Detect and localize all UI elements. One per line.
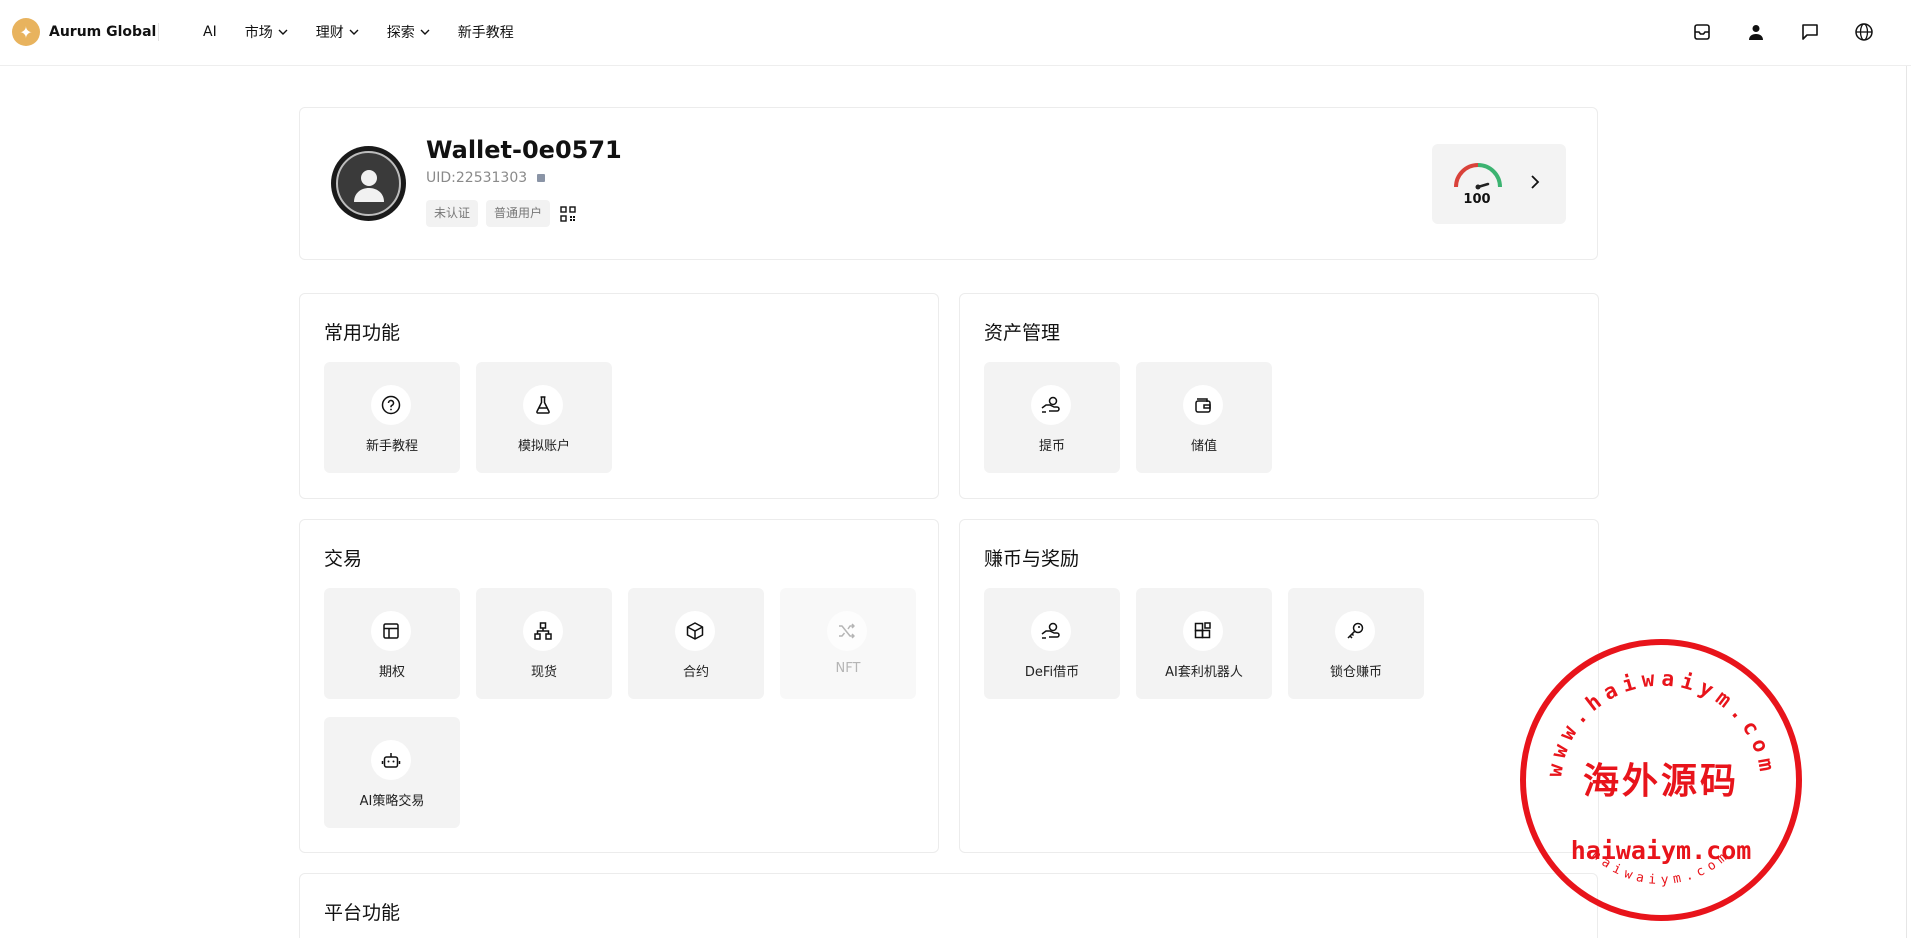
- nav-item-label: 探索: [386, 25, 415, 41]
- tile-label: 储值: [1190, 439, 1217, 454]
- default-avatar-icon: [336, 151, 401, 216]
- network-icon: [523, 611, 563, 651]
- uid-row: UID:22531303: [426, 170, 546, 186]
- tile-withdraw[interactable]: 提币: [984, 362, 1120, 473]
- common-functions-section: 常用功能 新手教程 模拟账户: [299, 293, 939, 499]
- platform-functions-section: 平台功能: [299, 873, 1598, 938]
- tile-label: 期权: [378, 665, 405, 680]
- copy-icon[interactable]: [537, 174, 546, 182]
- tile-options[interactable]: 期权: [324, 588, 460, 699]
- robot-icon: [371, 740, 411, 780]
- chevron-down-icon: [420, 29, 430, 35]
- tile-ai-strategy[interactable]: AI策略交易: [324, 717, 460, 828]
- tile-staking[interactable]: 锁仓赚币: [1288, 588, 1424, 699]
- header-actions: [1688, 18, 1911, 46]
- nav-item-market[interactable]: 市场: [245, 22, 288, 42]
- tile-deposit[interactable]: 储值: [1136, 362, 1272, 473]
- wallet-name: Wallet-0e0571: [426, 136, 622, 164]
- brand-logo-icon: ✦: [12, 18, 40, 46]
- nav-item-label: 理财: [315, 25, 344, 41]
- key-icon: [1335, 611, 1375, 651]
- globe-icon[interactable]: [1850, 18, 1878, 46]
- tile-futures[interactable]: 合约: [628, 588, 764, 699]
- tile-label: 现货: [530, 665, 557, 680]
- tile-nft[interactable]: NFT: [780, 588, 916, 699]
- layout-icon: [371, 611, 411, 651]
- hand-coin-icon: [1031, 385, 1071, 425]
- tile-spot[interactable]: 现货: [476, 588, 612, 699]
- chat-icon[interactable]: [1796, 18, 1824, 46]
- question-icon: [371, 385, 411, 425]
- tile-label: AI套利机器人: [1165, 665, 1243, 680]
- verification-badge: 未认证: [426, 200, 479, 227]
- tile-label: 提币: [1038, 439, 1065, 454]
- nav-item-ai[interactable]: AI: [203, 24, 217, 40]
- mailbox-icon[interactable]: [1688, 18, 1716, 46]
- wallet-icon: [1183, 385, 1223, 425]
- page-edge-divider: [1906, 66, 1907, 938]
- box-icon: [675, 611, 715, 651]
- chevron-right-icon: [1531, 175, 1540, 189]
- account-tags: 未认证 普通用户: [426, 200, 576, 227]
- trade-section: 交易 期权 现货 合约 NFT AI策略交易: [299, 519, 939, 853]
- blocks-icon: [1183, 611, 1223, 651]
- section-title: 交易: [324, 548, 363, 570]
- profile-card: Wallet-0e0571 UID:22531303 未认证 普通用户 100: [299, 107, 1598, 260]
- tile-demo-account[interactable]: 模拟账户: [476, 362, 612, 473]
- tile-ai-arbitrage-bot[interactable]: AI套利机器人: [1136, 588, 1272, 699]
- nav-item-explore[interactable]: 探索: [387, 22, 430, 42]
- nav-item-label: 新手教程: [457, 25, 514, 41]
- shuffle-icon: [827, 611, 867, 651]
- nav-item-label: 市场: [244, 25, 273, 41]
- section-title: 常用功能: [324, 322, 401, 344]
- hand-coin-icon: [1031, 611, 1071, 651]
- section-title: 资产管理: [984, 322, 1061, 344]
- nav-item-tutorial[interactable]: 新手教程: [458, 22, 514, 42]
- tile-label: 新手教程: [365, 439, 418, 454]
- brand[interactable]: ✦ Aurum Global: [12, 18, 156, 46]
- user-level-badge: 普通用户: [486, 200, 551, 227]
- watermark-stamp: www.haiwaiym.com 海外源码 haiwaiym.com haiwa…: [1520, 639, 1802, 921]
- earn-rewards-section: 赚币与奖励 DeFi借币 AI套利机器人 锁仓赚币: [959, 519, 1599, 853]
- chevron-down-icon: [278, 29, 288, 35]
- tile-label: NFT: [835, 661, 861, 676]
- credit-score-button[interactable]: 100: [1432, 144, 1566, 224]
- avatar[interactable]: [331, 146, 406, 221]
- tile-tutorial[interactable]: 新手教程: [324, 362, 460, 473]
- tile-label: 合约: [682, 665, 709, 680]
- watermark-main-text: 海外源码: [1583, 760, 1739, 802]
- tile-label: DeFi借币: [1024, 665, 1080, 680]
- flask-icon: [523, 385, 563, 425]
- chevron-down-icon: [349, 29, 359, 35]
- brand-name: Aurum Global: [49, 24, 157, 40]
- brand-divider: [158, 23, 159, 41]
- qr-code-icon[interactable]: [560, 205, 576, 222]
- tile-label: 锁仓赚币: [1329, 665, 1382, 680]
- user-icon[interactable]: [1742, 18, 1770, 46]
- asset-management-section: 资产管理 提币 储值: [959, 293, 1599, 499]
- nav-item-finance[interactable]: 理财: [316, 22, 359, 42]
- uid-text: UID:22531303: [426, 170, 528, 186]
- top-header: ✦ Aurum Global AI 市场 理财 探索 新手教程: [0, 0, 1911, 66]
- section-title: 平台功能: [324, 902, 401, 924]
- gauge-icon: [1454, 163, 1502, 190]
- nav-item-label: AI: [203, 24, 217, 40]
- tile-defi-borrow[interactable]: DeFi借币: [984, 588, 1120, 699]
- tile-label: AI策略交易: [359, 794, 425, 809]
- tile-label: 模拟账户: [517, 439, 570, 454]
- credit-score-value: 100: [1463, 192, 1491, 207]
- section-title: 赚币与奖励: [984, 548, 1080, 570]
- main-nav: AI 市场 理财 探索 新手教程: [203, 0, 542, 64]
